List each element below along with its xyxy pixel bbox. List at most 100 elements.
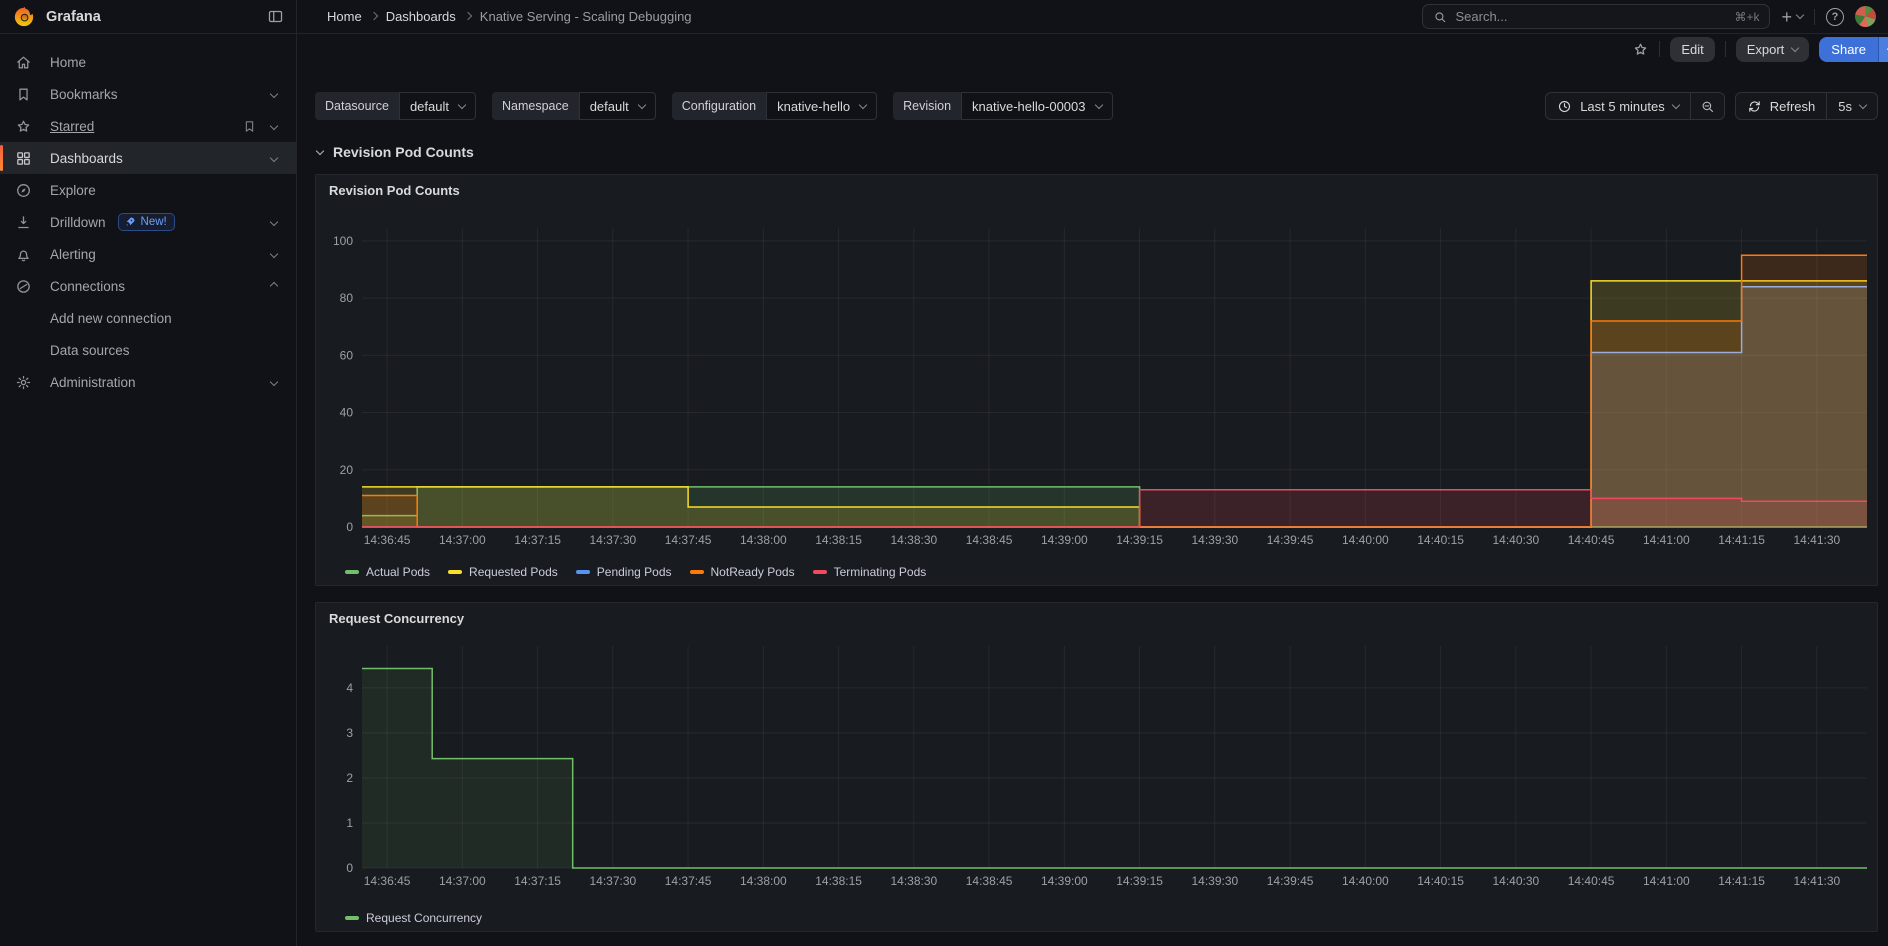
- sidebar-item-home[interactable]: Home: [0, 46, 296, 78]
- search-placeholder: Search...: [1455, 9, 1508, 24]
- help-icon[interactable]: ?: [1826, 7, 1844, 26]
- y-tick-label: 0: [346, 861, 353, 875]
- grafana-app: Grafana Home Dashboards Knative Serving …: [0, 0, 1888, 946]
- zoom-out-time-range-button[interactable]: [1689, 93, 1724, 119]
- chevron-down-icon: [1094, 100, 1103, 109]
- variable-revision: Revision knative-hello-00003: [893, 92, 1113, 120]
- x-tick-label: 14:39:45: [1267, 533, 1314, 547]
- chevron-down-icon[interactable]: [269, 121, 279, 131]
- sidebar-item-label: Home: [50, 54, 87, 70]
- dock-menu-icon[interactable]: [267, 8, 284, 25]
- refresh-button[interactable]: Refresh: [1736, 93, 1827, 119]
- refresh-interval-picker[interactable]: 5s: [1826, 93, 1877, 119]
- legend-item[interactable]: Request Concurrency: [345, 911, 482, 925]
- top-nav-left: Grafana: [0, 0, 297, 33]
- x-tick-label: 14:40:30: [1492, 533, 1539, 547]
- sidebar-item-starred[interactable]: Starred: [0, 110, 296, 142]
- share-button[interactable]: Share: [1819, 36, 1878, 62]
- request-concurrency-chart[interactable]: 0 1 2 3 4 14:36:45 14:37:00 14:37:15 14:37:30 14:…: [316, 633, 1877, 905]
- x-tick-label: 14:38:45: [966, 533, 1013, 547]
- apps-icon: [15, 150, 32, 167]
- divider: [1659, 41, 1661, 57]
- avatar[interactable]: [1855, 6, 1876, 27]
- breadcrumb-dashboards[interactable]: Dashboards: [386, 9, 456, 24]
- sidebar-item-explore[interactable]: Explore: [0, 174, 296, 206]
- x-tick-label: 14:38:00: [740, 874, 787, 888]
- sidebar-item-data-sources[interactable]: Data sources: [0, 334, 296, 366]
- sidebar-item-drilldown[interactable]: Drilldown New!: [0, 206, 296, 238]
- variable-value-dropdown[interactable]: knative-hello: [766, 92, 878, 120]
- sidebar-item-administration[interactable]: Administration: [0, 366, 296, 398]
- refresh-icon: [1748, 100, 1760, 112]
- sidebar-item-bookmarks[interactable]: Bookmarks: [0, 78, 296, 110]
- x-tick-label: 14:38:30: [890, 533, 937, 547]
- star-dashboard-icon[interactable]: [1632, 41, 1649, 58]
- x-tick-label: 14:40:45: [1568, 533, 1615, 547]
- search-icon: [1433, 10, 1447, 24]
- legend-item[interactable]: Requested Pods: [448, 565, 558, 579]
- x-tick-label: 14:41:15: [1718, 533, 1765, 547]
- legend-item[interactable]: NotReady Pods: [689, 565, 795, 579]
- legend-item[interactable]: Pending Pods: [575, 565, 672, 579]
- y-tick-label: 60: [340, 348, 354, 362]
- sidebar-item-add-new-connection[interactable]: Add new connection: [0, 302, 296, 334]
- edit-button[interactable]: Edit: [1670, 36, 1715, 62]
- legend-label: Actual Pods: [366, 565, 431, 579]
- compass-icon: [15, 182, 32, 199]
- x-tick-label: 14:37:15: [514, 874, 561, 888]
- row-title: Revision Pod Counts: [333, 144, 474, 160]
- chevron-down-icon[interactable]: [269, 89, 279, 99]
- variable-value-dropdown[interactable]: default: [578, 92, 656, 120]
- export-button[interactable]: Export: [1735, 36, 1810, 62]
- legend-label: Requested Pods: [469, 565, 558, 579]
- chevron-down-icon[interactable]: [269, 217, 279, 227]
- revision-pod-counts-chart[interactable]: 0 20 40 60 80 100 14:36:45 14:37:00 14:37:15 14:3…: [316, 205, 1877, 559]
- legend-item[interactable]: Terminating Pods: [812, 565, 926, 579]
- chevron-down-icon[interactable]: [269, 377, 279, 387]
- rocket-icon: [126, 217, 135, 226]
- x-tick-label: 14:39:30: [1191, 533, 1238, 547]
- sidebar-item-label: Starred: [50, 118, 95, 134]
- star-icon: [15, 118, 32, 135]
- legend-swatch: [448, 570, 463, 574]
- breadcrumb-home[interactable]: Home: [327, 9, 362, 24]
- row-revision-pod-counts[interactable]: Revision Pod Counts: [315, 140, 1878, 164]
- x-tick-label: 14:39:15: [1116, 533, 1163, 547]
- brand-name: Grafana: [46, 8, 101, 25]
- sidebar-item-dashboards[interactable]: Dashboards: [0, 142, 296, 174]
- legend-item[interactable]: Actual Pods: [345, 565, 430, 579]
- y-tick-label: 3: [346, 726, 353, 740]
- breadcrumb: Home Dashboards Knative Serving - Scalin…: [327, 9, 692, 24]
- panel-title[interactable]: Revision Pod Counts: [316, 175, 1877, 205]
- variable-namespace: Namespace default: [491, 92, 656, 120]
- clock-icon: [1559, 100, 1571, 112]
- variable-value-dropdown[interactable]: knative-hello-00003: [961, 92, 1113, 120]
- panel-title[interactable]: Request Concurrency: [316, 603, 1877, 633]
- grafana-logo-icon[interactable]: [13, 6, 35, 28]
- bell-icon: [15, 246, 32, 263]
- chevron-up-icon[interactable]: [269, 281, 279, 291]
- x-tick-label: 14:40:45: [1568, 874, 1615, 888]
- save-bookmark-icon[interactable]: [242, 119, 257, 134]
- legend-swatch: [345, 570, 359, 574]
- panel-revision-pod-counts: Revision Pod Counts 0 20 40 60 80 100 14:36:45…: [315, 174, 1878, 586]
- search-input[interactable]: Search... ⌘+k: [1422, 4, 1771, 29]
- series-line-Request Concurrency: [362, 667, 1867, 869]
- home-icon: [15, 54, 32, 71]
- chevron-down-icon[interactable]: [269, 153, 279, 163]
- refresh-group: Refresh 5s: [1734, 92, 1878, 120]
- breadcrumb-current: Knative Serving - Scaling Debugging: [479, 9, 692, 24]
- sidebar-item-label: Alerting: [50, 246, 96, 262]
- sidebar-item-alerting[interactable]: Alerting: [0, 238, 296, 270]
- x-tick-label: 14:37:30: [589, 533, 636, 547]
- chevron-down-icon[interactable]: [269, 249, 279, 259]
- variable-value-dropdown[interactable]: default: [398, 92, 476, 120]
- chevron-down-icon: [1791, 43, 1800, 52]
- x-tick-label: 14:40:15: [1417, 533, 1464, 547]
- time-range-picker[interactable]: Last 5 minutes: [1546, 93, 1690, 119]
- add-new-button[interactable]: +: [1781, 8, 1805, 26]
- y-tick-label: 80: [340, 291, 354, 305]
- share-menu-button[interactable]: [1878, 36, 1888, 62]
- y-tick-label: 2: [346, 771, 353, 785]
- sidebar-item-connections[interactable]: Connections: [0, 270, 296, 302]
